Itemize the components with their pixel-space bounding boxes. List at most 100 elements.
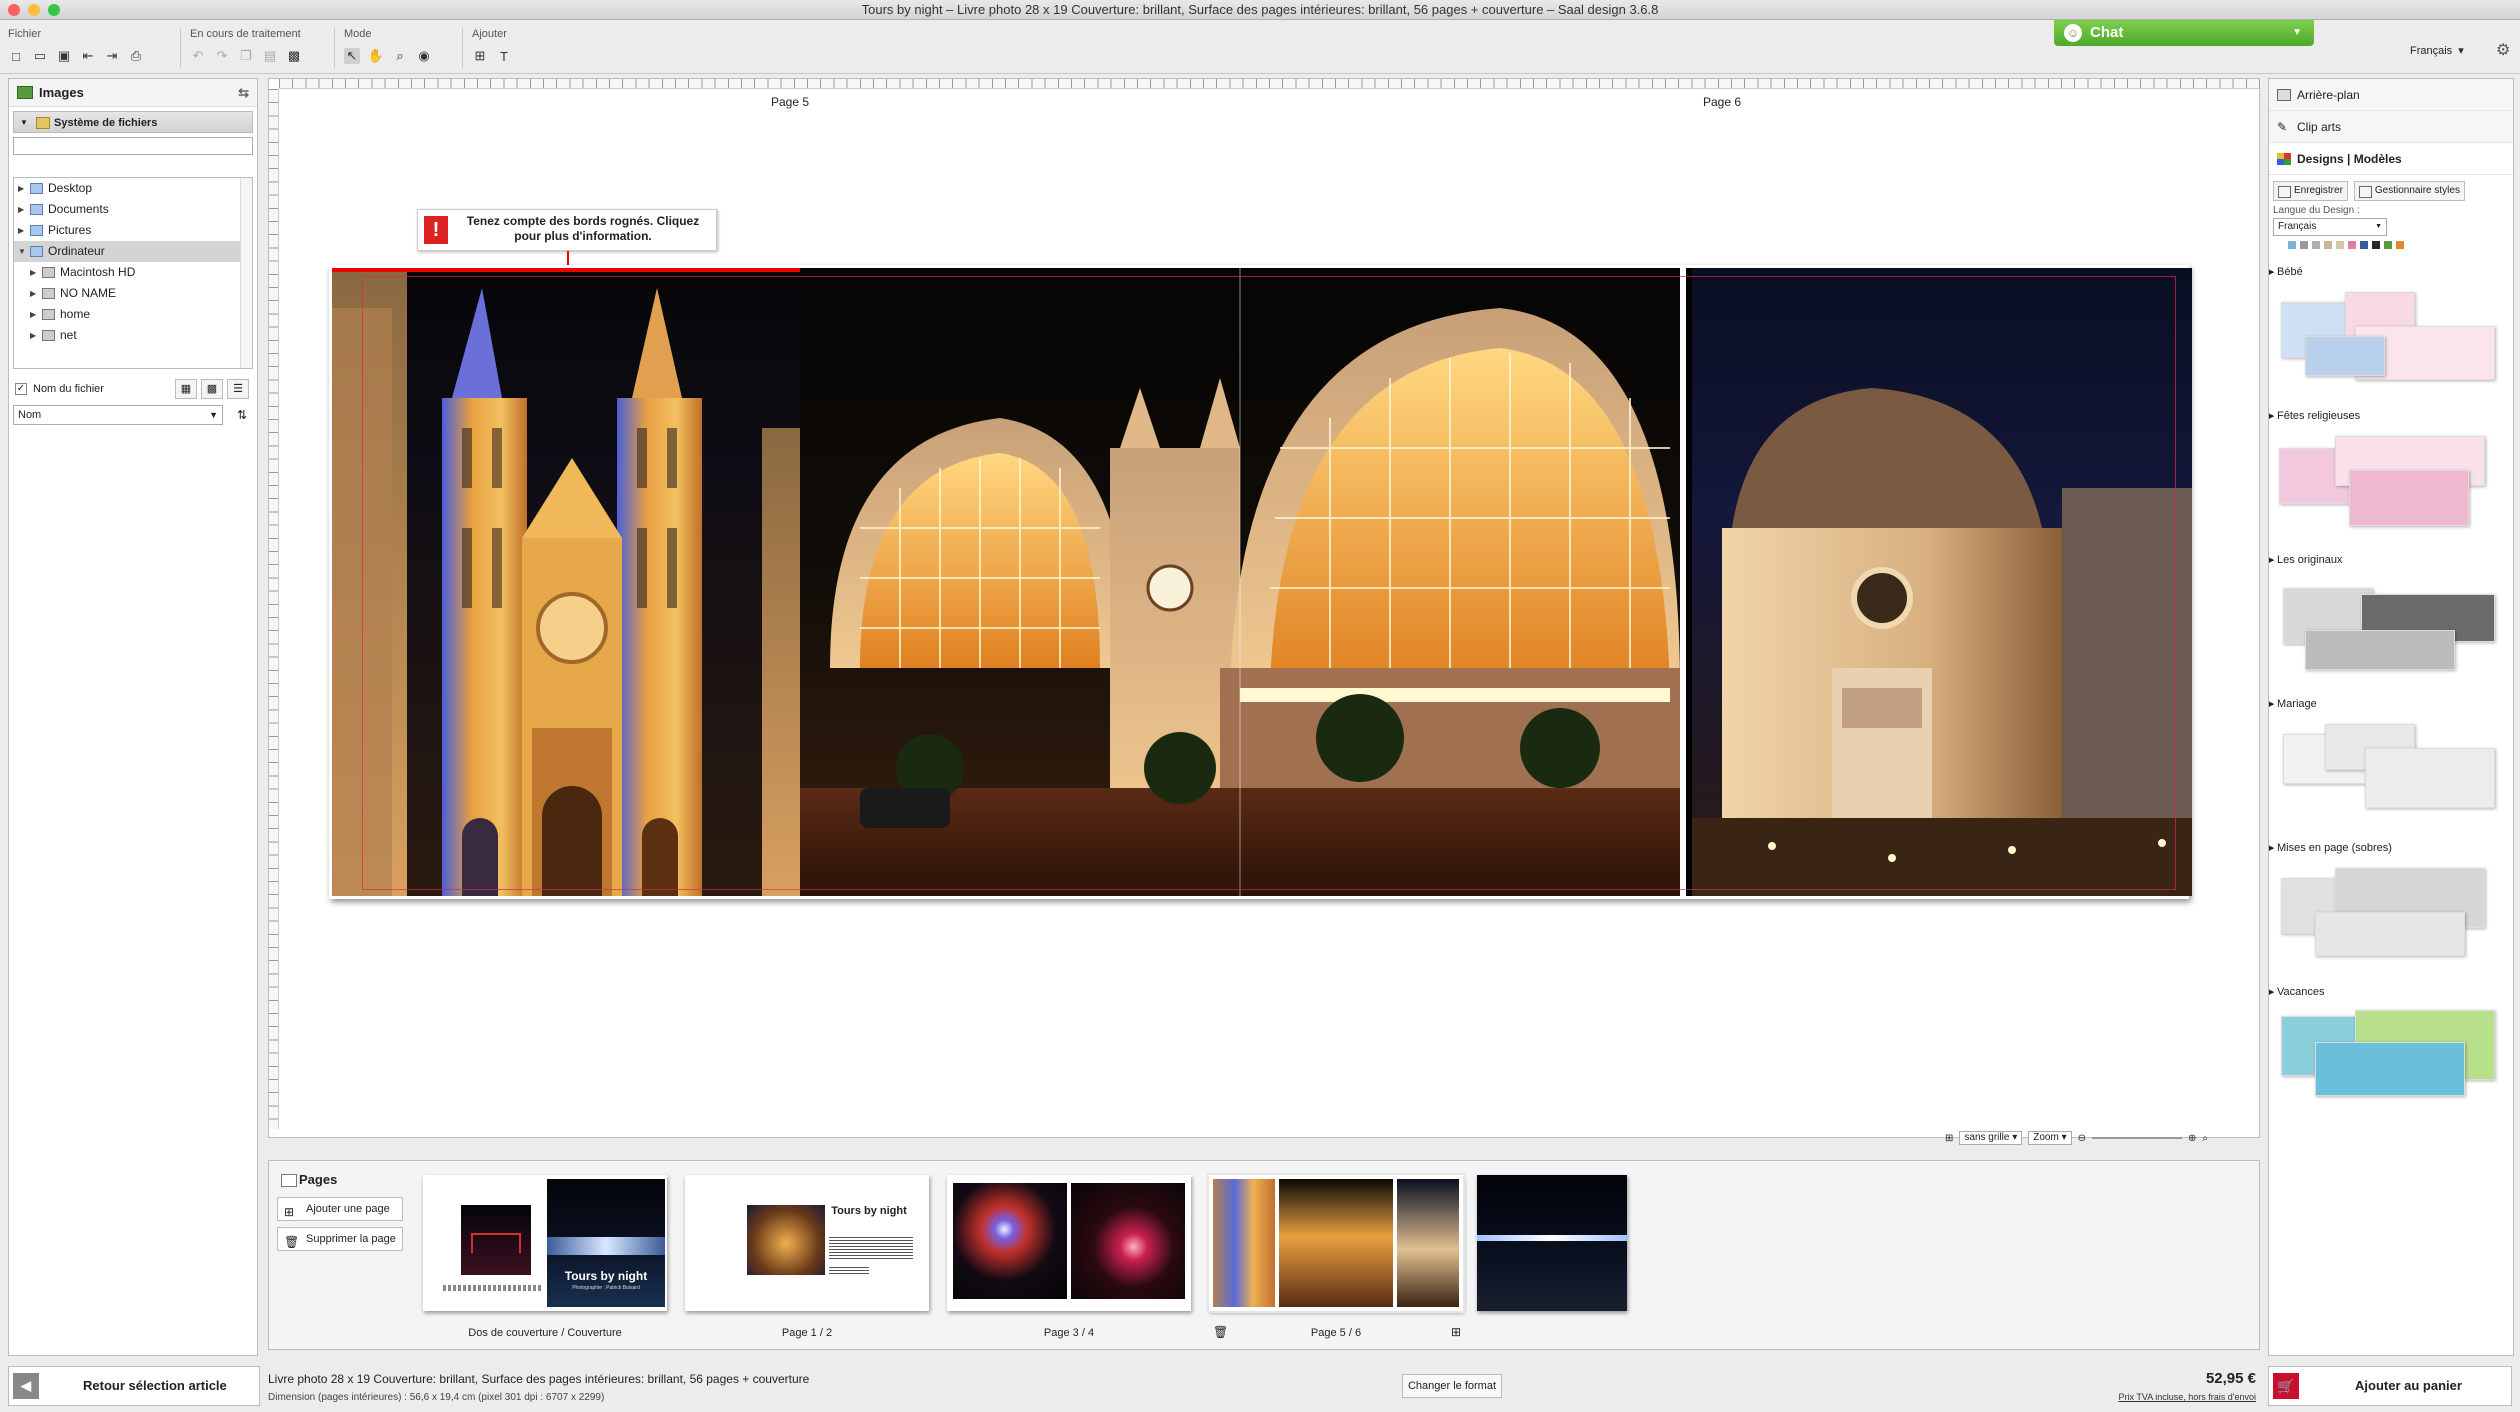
category-preview-bebe[interactable]: [2275, 286, 2507, 396]
zoom-fit-icon[interactable]: ⌕: [2202, 1133, 2208, 1144]
style-manager-button[interactable]: Gestionnaire styles: [2353, 181, 2465, 201]
color-swatch[interactable]: [2299, 240, 2309, 250]
page-spread[interactable]: [329, 265, 2192, 899]
minimize-window-button[interactable]: [28, 4, 40, 16]
background-section[interactable]: Arrière-plan: [2269, 79, 2513, 111]
sort-direction-icon[interactable]: ⇅: [231, 405, 253, 425]
small-grid-view-icon[interactable]: ▩: [201, 379, 223, 399]
hand-icon[interactable]: ✋: [368, 48, 384, 64]
language-select[interactable]: Français ▾: [2410, 44, 2464, 57]
add-to-cart-button[interactable]: 🛒 Ajouter au panier: [2268, 1366, 2512, 1406]
color-swatch[interactable]: [2371, 240, 2381, 250]
chevron-right-icon[interactable]: ▶: [18, 199, 24, 220]
category-preview-mises-en-page[interactable]: [2275, 862, 2507, 972]
save-design-button[interactable]: Enregistrer: [2273, 181, 2348, 201]
new-file-icon[interactable]: □: [8, 48, 24, 64]
category-mises-en-page[interactable]: Mises en page (sobres): [2269, 842, 2513, 856]
zoom-slider[interactable]: [2092, 1137, 2182, 1139]
category-preview-mariage[interactable]: [2275, 718, 2507, 828]
trim-warning-tooltip[interactable]: ! Tenez compte des bords rognés. Cliquez…: [417, 209, 717, 251]
color-swatch[interactable]: [2359, 240, 2369, 250]
editor-canvas[interactable]: Page 5 Page 6 ! Tenez compte des bords r…: [268, 78, 2261, 1145]
gear-icon[interactable]: ⚙: [2496, 40, 2510, 60]
save-icon[interactable]: ▣: [56, 48, 72, 64]
close-window-button[interactable]: [8, 4, 20, 16]
zoom-select[interactable]: Zoom ▾: [2028, 1131, 2072, 1145]
thumb-page-1-2[interactable]: Tours by night: [685, 1175, 929, 1311]
chat-button[interactable]: ☺ Chat ▼: [2054, 20, 2314, 46]
add-image-box-icon[interactable]: ⊞: [472, 48, 488, 64]
large-grid-view-icon[interactable]: ▦: [175, 379, 197, 399]
grid-select[interactable]: sans grille ▾: [1959, 1131, 2023, 1145]
thumb-page-5-6[interactable]: [1207, 1173, 1465, 1313]
category-fetes-religieuses[interactable]: Fêtes religieuses: [2269, 410, 2513, 424]
delete-icon[interactable]: ▩: [286, 48, 302, 64]
filename-checkbox[interactable]: ✓: [15, 383, 27, 395]
category-preview-vacances[interactable]: [2275, 1006, 2507, 1116]
insert-page-icon[interactable]: ⊞: [1451, 1325, 1461, 1339]
color-swatch[interactable]: [2395, 240, 2405, 250]
trash-icon[interactable]: 🗑: [1213, 1325, 1228, 1339]
price-note-link[interactable]: Prix TVA incluse, hors frais d'envoi: [2119, 1392, 2256, 1402]
tree-item[interactable]: ▼ Ordinateur: [14, 241, 252, 262]
chevron-right-icon[interactable]: ▶: [30, 262, 36, 283]
tree-item[interactable]: ▶ Desktop: [14, 178, 252, 199]
add-page-button[interactable]: ⊞ Ajouter une page: [277, 1197, 403, 1221]
zoom-out-icon[interactable]: ⊖: [2078, 1133, 2086, 1144]
export-icon[interactable]: ⇥: [104, 48, 120, 64]
chevron-right-icon[interactable]: ▶: [30, 283, 36, 304]
sort-select[interactable]: Nom ▼: [13, 405, 223, 425]
color-swatch[interactable]: [2383, 240, 2393, 250]
chevron-right-icon[interactable]: ▶: [18, 178, 24, 199]
tree-item[interactable]: ▶ home: [14, 304, 252, 325]
print-icon[interactable]: ⎙: [128, 48, 144, 64]
cliparts-section[interactable]: ✎ Clip arts: [2269, 111, 2513, 143]
tree-item[interactable]: ▶ Pictures: [14, 220, 252, 241]
zoom-in-icon[interactable]: ⊕: [2188, 1133, 2196, 1144]
eye-icon[interactable]: ◉: [416, 48, 432, 64]
filesystem-section[interactable]: Système de fichiers: [13, 111, 253, 134]
thumb-page-3-4[interactable]: [947, 1175, 1191, 1311]
chevron-right-icon[interactable]: ▶: [18, 220, 24, 241]
color-swatch[interactable]: [2335, 240, 2345, 250]
tree-item[interactable]: ▶ NO NAME: [14, 283, 252, 304]
magnifier-icon[interactable]: ⌕: [392, 48, 408, 64]
color-swatch[interactable]: [2311, 240, 2321, 250]
chevron-right-icon[interactable]: ▶: [30, 304, 36, 325]
change-format-button[interactable]: Changer le format: [1402, 1374, 1502, 1398]
category-vacances[interactable]: Vacances: [2269, 986, 2513, 1000]
color-swatch[interactable]: [2287, 240, 2297, 250]
tree-item[interactable]: ▶ net: [14, 325, 252, 346]
zoom-window-button[interactable]: [48, 4, 60, 16]
delete-page-button[interactable]: 🗑 Supprimer la page: [277, 1227, 403, 1251]
category-bebe[interactable]: Bébé: [2269, 266, 2513, 280]
open-folder-icon[interactable]: ▭: [32, 48, 48, 64]
category-mariage[interactable]: Mariage: [2269, 698, 2513, 712]
chevron-right-icon[interactable]: ▶: [30, 325, 36, 346]
add-text-box-icon[interactable]: T: [496, 48, 512, 64]
thumb-next[interactable]: [1477, 1175, 1627, 1311]
copy-icon[interactable]: ❐: [238, 48, 254, 64]
list-view-icon[interactable]: ☰: [227, 379, 249, 399]
collapse-panel-icon[interactable]: ⇆: [238, 79, 249, 107]
design-language-select[interactable]: Français: [2273, 218, 2387, 236]
color-swatch[interactable]: [2275, 240, 2285, 250]
tree-item[interactable]: ▶ Macintosh HD: [14, 262, 252, 283]
path-input[interactable]: [13, 137, 253, 155]
paste-icon[interactable]: ▤: [262, 48, 278, 64]
tree-scrollbar[interactable]: [240, 178, 252, 368]
back-to-article-button[interactable]: ◀ Retour sélection article: [8, 1366, 260, 1406]
thumb-cover[interactable]: Tours by night Photographie : Patrick Bo…: [423, 1175, 667, 1311]
designs-section[interactable]: Designs | Modèles: [2269, 143, 2513, 175]
import-icon[interactable]: ⇤: [80, 48, 96, 64]
redo-icon[interactable]: ↷: [214, 48, 230, 64]
color-swatch[interactable]: [2347, 240, 2357, 250]
category-preview-fetes[interactable]: [2275, 430, 2507, 540]
color-swatch[interactable]: [2323, 240, 2333, 250]
pointer-icon[interactable]: ↖: [344, 48, 360, 64]
chevron-down-icon[interactable]: ▼: [18, 241, 26, 262]
category-originaux[interactable]: Les originaux: [2269, 554, 2513, 568]
undo-icon[interactable]: ↶: [190, 48, 206, 64]
category-preview-originaux[interactable]: [2275, 574, 2507, 684]
tree-item[interactable]: ▶ Documents: [14, 199, 252, 220]
